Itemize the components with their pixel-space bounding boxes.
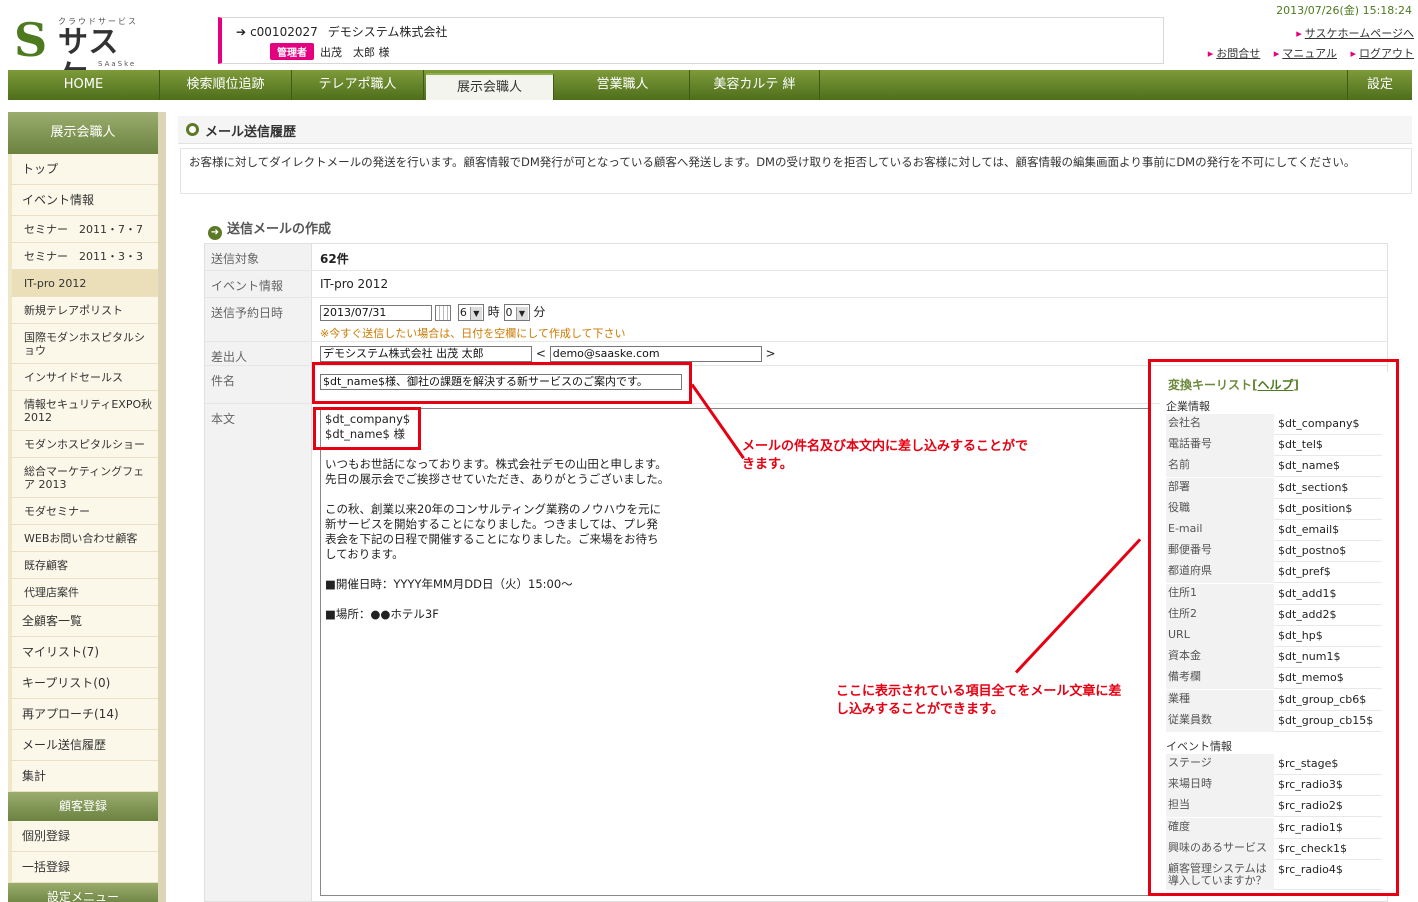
- bullet-icon: [186, 123, 199, 136]
- logo[interactable]: S クラウドサービス サスケ SAaSke: [14, 13, 144, 94]
- sidebar-item-top[interactable]: トップ: [8, 154, 158, 185]
- annotation-text-1: メールの件名及び本文内に差し込みすることができます。: [742, 439, 1029, 472]
- sidebar-event-item[interactable]: 国際モダンホスピタルショウ: [8, 324, 158, 364]
- sidebar-item-all-customers[interactable]: 全顧客一覧: [8, 606, 158, 637]
- sidebar-heading-settings: 設定メニュー: [8, 883, 158, 902]
- row-schedule: 送信予約日時 2013/07/31 6 ▼ 時 0 ▼ 分 ※今すぐ送信したい場合は…: [205, 298, 1387, 342]
- page-description: お客様に対してダイレクトメールの発送を行います。顧客情報でDM発行が可となってい…: [180, 148, 1412, 194]
- nav-settings[interactable]: 設定: [1348, 70, 1412, 100]
- role-badge: 管理者: [270, 43, 314, 60]
- sender-gt: >: [765, 346, 776, 361]
- sidebar-event-item[interactable]: 代理店案件: [8, 579, 158, 606]
- sender-lt: <: [535, 346, 546, 361]
- nav-exhibition[interactable]: 展示会職人: [426, 73, 554, 100]
- nav-rank-tracking[interactable]: 検索順位追跡: [160, 70, 292, 100]
- sender-label: 差出人: [205, 342, 312, 365]
- sidebar: 展示会職人 トップ イベント情報 セミナー 2011・7・7 セミナー 2011…: [8, 112, 166, 902]
- schedule-controls: 2013/07/31 6 ▼ 時 0 ▼ 分: [320, 303, 545, 321]
- chevron-down-icon: ▼: [469, 307, 482, 320]
- sidebar-item-bulk-register[interactable]: 一括登録: [8, 852, 158, 883]
- event-label: イベント情報: [205, 271, 312, 297]
- page-title-bar: メール送信履歴: [178, 116, 1412, 144]
- sidebar-event-item[interactable]: 総合マーケティングフェア 2013: [8, 458, 158, 498]
- sidebar-item-summary[interactable]: 集計: [8, 761, 158, 792]
- calendar-icon[interactable]: [435, 304, 451, 321]
- sidebar-event-item[interactable]: モダセミナー: [8, 498, 158, 525]
- sender-email-input[interactable]: demo@saaske.com: [549, 346, 762, 362]
- logo-mark: S: [14, 13, 48, 67]
- sidebar-event-item[interactable]: セミナー 2011・7・7: [8, 216, 158, 243]
- user-id: c00102027: [250, 25, 318, 39]
- user-info-box: ➔ c00102027 デモシステム株式会社 管理者 出茂 太郎 様: [218, 17, 1164, 64]
- nav-teleapo[interactable]: テレアポ職人: [292, 70, 424, 100]
- row-event: イベント情報 IT-pro 2012: [205, 271, 1387, 298]
- hour-unit: 時: [487, 305, 500, 319]
- sidebar-event-item[interactable]: 情報セキュリティEXPO秋 2012: [8, 391, 163, 431]
- sidebar-event-item[interactable]: インサイドセールス: [8, 364, 158, 391]
- homepage-link[interactable]: サスケホームページへ: [1296, 27, 1414, 40]
- sidebar-event-item[interactable]: モダンホスピタルショー: [8, 431, 158, 458]
- sidebar-item-mylist[interactable]: マイリスト(7): [8, 637, 158, 668]
- contact-link[interactable]: お問合せ: [1208, 47, 1260, 60]
- target-value: 62件: [320, 252, 349, 266]
- schedule-date-input[interactable]: 2013/07/31: [320, 304, 432, 321]
- section-title: ➜ 送信メールの作成: [208, 218, 331, 240]
- top-links-upper: サスケホームページへ: [1286, 25, 1414, 41]
- sender-controls: デモシステム株式会社 出茂 太郎 < demo@saaske.com >: [320, 346, 776, 362]
- section-title-text: 送信メールの作成: [227, 222, 332, 237]
- row-target: 送信対象 62件: [205, 244, 1387, 271]
- sidebar-event-item[interactable]: 新規テレアポリスト: [8, 297, 158, 324]
- event-value: IT-pro 2012: [320, 277, 389, 291]
- sidebar-item-mail-history[interactable]: メール送信履歴: [8, 730, 158, 761]
- nav-spacer: [820, 70, 1348, 100]
- header: S クラウドサービス サスケ SAaSke ➔c00102027 デモシステム株式…: [0, 0, 1418, 94]
- target-label: 送信対象: [205, 244, 312, 270]
- body-textarea[interactable]: $dt_company$ $dt_name$ 様 いつもお世話になっております。…: [320, 408, 1150, 896]
- schedule-label: 送信予約日時: [205, 298, 312, 341]
- nav-beauty-karte[interactable]: 美容カルテ 絆: [690, 70, 820, 100]
- sidebar-heading-exhibition: 展示会職人: [8, 112, 158, 154]
- logout-link[interactable]: ログアウト: [1350, 47, 1414, 60]
- page-title: メール送信履歴: [205, 125, 297, 140]
- manual-link[interactable]: マニュアル: [1274, 47, 1337, 60]
- logo-en: SAaSke: [98, 60, 137, 68]
- company-name: デモシステム株式会社: [327, 25, 448, 39]
- minute-unit: 分: [533, 305, 546, 319]
- highlight-subject: [312, 362, 692, 404]
- subject-label: 件名: [205, 366, 312, 403]
- arrow-right-icon: ➔: [236, 25, 247, 39]
- sender-name-input[interactable]: デモシステム株式会社 出茂 太郎: [320, 346, 532, 362]
- body-label: 本文: [205, 404, 312, 901]
- sidebar-event-item-active[interactable]: IT-pro 2012: [8, 270, 158, 297]
- highlight-body-keys: [313, 407, 421, 450]
- sidebar-event-item[interactable]: WEBお問い合わせ顧客: [8, 525, 158, 552]
- highlight-key-list: [1148, 359, 1399, 896]
- top-links-lower: お問合せ マニュアル ログアウト: [1198, 45, 1414, 61]
- arrow-circle-icon: ➜: [208, 226, 222, 240]
- current-datetime: 2013/07/26(金) 15:18:24: [1276, 4, 1412, 17]
- nav-sales[interactable]: 営業職人: [556, 70, 690, 100]
- sidebar-item-individual-register[interactable]: 個別登録: [8, 821, 158, 852]
- sidebar-item-event-info[interactable]: イベント情報: [8, 185, 158, 216]
- nav-home[interactable]: HOME: [8, 70, 160, 100]
- annotation-text-2: ここに表示されている項目全てをメール文章に差し込みすることができます。: [836, 684, 1122, 717]
- sidebar-item-reapproach[interactable]: 再アプローチ(14): [8, 699, 158, 730]
- user-name: 出茂 太郎 様: [320, 46, 390, 59]
- chevron-down-icon: ▼: [515, 307, 528, 320]
- minute-select[interactable]: 0 ▼: [503, 304, 530, 321]
- sidebar-heading-customer-registration: 顧客登録: [8, 792, 158, 821]
- main-nav: HOME 検索順位追跡 テレアポ職人 展示会職人 営業職人 美容カルテ 絆 設定: [8, 70, 1412, 100]
- hour-select[interactable]: 6 ▼: [457, 304, 484, 321]
- sidebar-event-item[interactable]: 既存顧客: [8, 552, 158, 579]
- schedule-note: ※今すぐ送信したい場合は、日付を空欄にして作成して下さい: [320, 327, 626, 340]
- sidebar-item-keeplist[interactable]: キープリスト(0): [8, 668, 158, 699]
- sidebar-event-item[interactable]: セミナー 2011・3・3: [8, 243, 158, 270]
